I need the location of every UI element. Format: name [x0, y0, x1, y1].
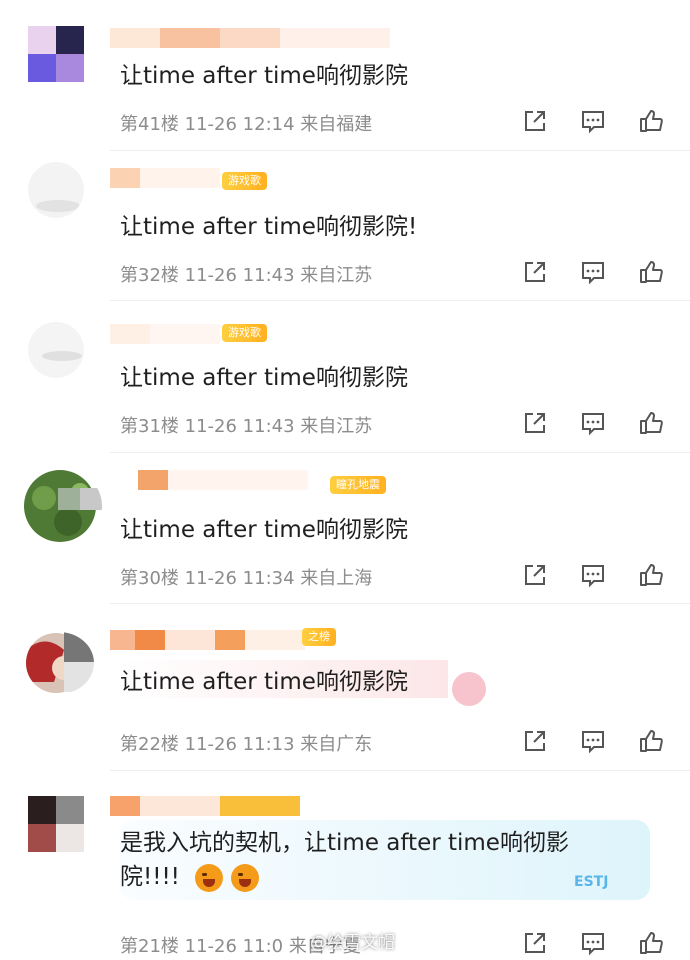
comment-text-content: 是我入坑的契机，让time after time响彻影院!!!!	[120, 830, 569, 890]
divider	[110, 150, 690, 151]
share-icon[interactable]	[522, 259, 548, 285]
estj-sticker: ESTJ	[574, 874, 609, 890]
comment-location: 来自广东	[300, 734, 373, 755]
comment-time: 11-26 11:43	[184, 265, 295, 286]
comment-actions	[522, 108, 664, 134]
comment-time: 11-26 11:0	[184, 936, 284, 957]
comment-text: 让time after time响彻影院	[120, 365, 408, 391]
comment-text: 让time after time响彻影院!	[120, 214, 418, 240]
comment-icon[interactable]	[580, 562, 606, 588]
comment-meta: 第41楼 11-26 12:14 来自福建	[120, 110, 372, 136]
crying-emoji-icon	[231, 863, 260, 892]
floor-number: 第32楼	[120, 265, 179, 286]
share-icon[interactable]	[522, 930, 548, 956]
user-badge: 瞳孔地震	[330, 476, 386, 494]
avatar[interactable]	[22, 468, 102, 544]
avatar[interactable]	[28, 796, 84, 852]
comment-text: 让time after time响彻影院	[120, 63, 408, 89]
avatar[interactable]	[28, 162, 84, 218]
comment-text: 让time after time响彻影院	[120, 660, 448, 698]
comment-icon[interactable]	[580, 728, 606, 754]
like-icon[interactable]	[638, 410, 664, 436]
divider	[110, 770, 690, 771]
avatar[interactable]	[28, 26, 84, 82]
divider	[110, 452, 690, 453]
comment-time: 11-26 12:14	[184, 114, 295, 135]
share-icon[interactable]	[522, 562, 548, 588]
like-icon[interactable]	[638, 930, 664, 956]
floor-number: 第31楼	[120, 416, 179, 437]
share-icon[interactable]	[522, 410, 548, 436]
username[interactable]	[110, 630, 305, 650]
floor-number: 第22楼	[120, 734, 179, 755]
floor-number: 第30楼	[120, 568, 179, 589]
like-icon[interactable]	[638, 108, 664, 134]
comment-location: 来自上海	[300, 568, 373, 589]
username[interactable]	[110, 324, 220, 344]
comment-icon[interactable]	[580, 410, 606, 436]
user-badge: 游戏歌	[222, 324, 267, 342]
comment-icon[interactable]	[580, 259, 606, 285]
comment-icon[interactable]	[580, 108, 606, 134]
user-badge: 游戏歌	[222, 172, 267, 190]
avatar[interactable]	[28, 322, 84, 378]
floor-number: 第41楼	[120, 114, 179, 135]
share-icon[interactable]	[522, 108, 548, 134]
comment-actions	[522, 562, 664, 588]
comment-location: 来自江苏	[300, 416, 373, 437]
comment-text: 让time after time响彻影院	[120, 517, 408, 543]
anime-sticker-icon	[452, 672, 486, 706]
watermark: @绘雪文帽	[310, 933, 395, 953]
floor-number: 第21楼	[120, 936, 179, 957]
comment-icon[interactable]	[580, 930, 606, 956]
comment-actions	[522, 259, 664, 285]
avatar[interactable]	[24, 632, 94, 694]
comment-actions	[522, 930, 664, 956]
comment-meta: 第30楼 11-26 11:34 来自上海	[120, 564, 372, 590]
share-icon[interactable]	[522, 728, 548, 754]
comment-time: 11-26 11:13	[184, 734, 295, 755]
comment-actions	[522, 728, 664, 754]
user-badge: 之榜	[302, 628, 336, 646]
comment-location: 来自福建	[300, 114, 373, 135]
comment-time: 11-26 11:34	[184, 568, 295, 589]
comment-actions	[522, 410, 664, 436]
comment-time: 11-26 11:43	[184, 416, 295, 437]
like-icon[interactable]	[638, 562, 664, 588]
comment-meta: 第31楼 11-26 11:43 来自江苏	[120, 412, 372, 438]
like-icon[interactable]	[638, 728, 664, 754]
like-icon[interactable]	[638, 259, 664, 285]
username[interactable]	[138, 470, 308, 490]
comment-location: 来自江苏	[300, 265, 373, 286]
divider	[110, 300, 690, 301]
crying-emoji-icon	[195, 863, 224, 892]
comment-meta: 第22楼 11-26 11:13 来自广东	[120, 730, 372, 756]
comment-meta: 第32楼 11-26 11:43 来自江苏	[120, 261, 372, 287]
username[interactable]	[110, 796, 300, 816]
divider	[110, 603, 690, 604]
username[interactable]	[110, 168, 220, 188]
comment-text: 是我入坑的契机，让time after time响彻影院!!!!	[120, 820, 650, 900]
username[interactable]	[110, 28, 390, 48]
